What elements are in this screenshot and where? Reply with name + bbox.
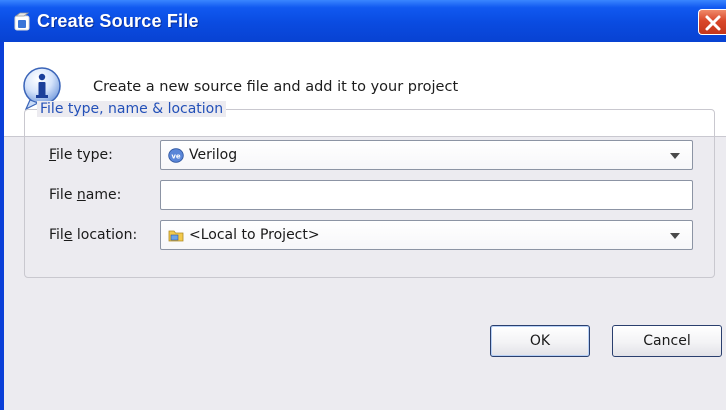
file-name-label: File name:: [49, 187, 122, 203]
file-location-label: File location:: [49, 227, 138, 243]
header-message: Create a new source file and add it to y…: [93, 79, 459, 95]
title-bar[interactable]: Create Source File: [0, 0, 726, 42]
close-icon: [705, 15, 721, 31]
dialog-body: Create a new source file and add it to y…: [4, 42, 726, 410]
file-type-value: Verilog: [189, 147, 238, 163]
file-name-input[interactable]: [160, 180, 693, 210]
verilog-icon: ve: [168, 148, 184, 163]
ok-button[interactable]: OK: [490, 325, 590, 357]
cancel-button[interactable]: Cancel: [612, 325, 722, 357]
folder-icon: [168, 230, 184, 242]
chevron-down-icon: [670, 153, 680, 159]
close-button[interactable]: [698, 9, 726, 35]
file-location-value: <Local to Project>: [189, 227, 320, 243]
file-type-label: File type:: [49, 147, 113, 163]
file-type-dropdown[interactable]: ve Verilog: [160, 140, 693, 170]
file-location-dropdown[interactable]: <Local to Project>: [160, 220, 693, 250]
group-legend: File type, name & location: [37, 101, 227, 117]
app-window-icon: [14, 12, 30, 31]
create-source-file-dialog: Create Source File Create a new source f…: [0, 0, 726, 410]
window-title: Create Source File: [37, 11, 199, 31]
chevron-down-icon: [670, 233, 680, 239]
svg-text:ve: ve: [171, 153, 181, 161]
